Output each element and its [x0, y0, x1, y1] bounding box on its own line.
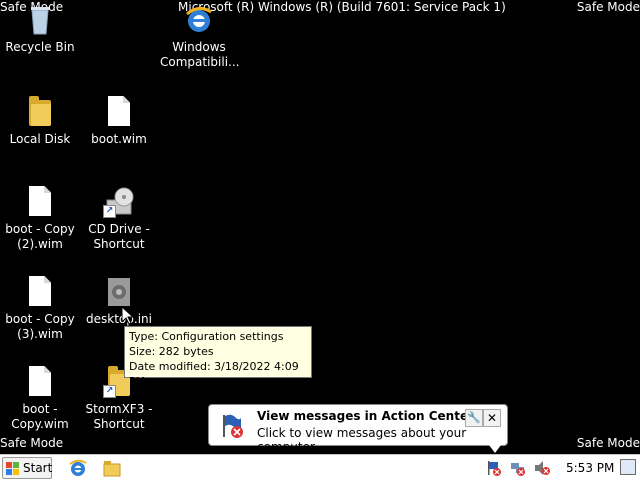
desktop-icon-label: CD Drive - Shortcut: [88, 222, 150, 251]
desktop-icon-boot-copy[interactable]: boot - Copy.wim: [1, 366, 79, 432]
settings-file-icon: [103, 276, 135, 308]
desktop-icon-label: boot - Copy (2).wim: [5, 222, 75, 251]
taskbar-clock[interactable]: 5:53 PM: [566, 461, 614, 475]
tooltip-type: Type: Configuration settings: [129, 330, 284, 343]
desktop-icon-recycle-bin[interactable]: Recycle Bin: [1, 4, 79, 55]
desktop-icon-label: Windows Compatibili...: [160, 40, 240, 69]
notification-text[interactable]: Click to view messages about your comput…: [257, 426, 507, 454]
file-icon: [103, 96, 135, 128]
balloon-tail: [489, 445, 501, 453]
wrench-icon[interactable]: 🔧: [465, 409, 483, 427]
desktop-icon-boot-copy-3[interactable]: boot - Copy (3).wim: [1, 276, 79, 342]
close-notification-button[interactable]: ✕: [483, 409, 501, 427]
action-center-flag-tray-icon[interactable]: [486, 460, 502, 476]
file-info-tooltip: Type: Configuration settings Size: 282 b…: [124, 326, 312, 388]
show-desktop-button[interactable]: [620, 459, 636, 475]
windows-explorer-taskbar-icon[interactable]: [102, 458, 122, 478]
recycle-bin-icon: [24, 4, 56, 36]
desktop-icon-label: Recycle Bin: [5, 40, 75, 54]
cd-drive-shortcut-icon: ↗: [103, 186, 135, 218]
notification-title: View messages in Action Center: [257, 409, 474, 423]
folder-icon: [24, 96, 56, 128]
internet-explorer-icon: [183, 4, 215, 36]
mouse-cursor-icon: [122, 307, 134, 325]
desktop-icon-label: boot - Copy (3).wim: [5, 312, 75, 341]
desktop-icon-cd-drive-shortcut[interactable]: ↗ CD Drive - Shortcut: [80, 186, 158, 252]
desktop-icon-label: boot - Copy.wim: [11, 402, 69, 431]
volume-muted-tray-icon[interactable]: [534, 460, 550, 476]
taskbar: Start 5:53 PM: [0, 454, 640, 480]
desktop-icon-boot-copy-2[interactable]: boot - Copy (2).wim: [1, 186, 79, 252]
start-button[interactable]: Start: [2, 457, 52, 479]
start-label: Start: [23, 461, 53, 475]
internet-explorer-taskbar-icon[interactable]: [68, 458, 88, 478]
desktop-icon-boot-wim[interactable]: boot.wim: [80, 96, 158, 147]
network-tray-icon[interactable]: [510, 460, 526, 476]
windows-logo-icon: [6, 462, 19, 475]
tooltip-size: Size: 282 bytes: [129, 345, 214, 358]
desktop-icon-desktop-ini[interactable]: desktop.ini: [80, 276, 158, 327]
desktop-icon-label: StormXF3 - Shortcut: [85, 402, 153, 431]
file-icon: [24, 276, 56, 308]
file-icon: [24, 186, 56, 218]
tooltip-date-modified: Date modified: 3/18/2022 4:09 PM: [129, 360, 299, 388]
desktop-icon-label: boot.wim: [91, 132, 147, 146]
safe-mode-label-bottom-right: Safe Mode: [576, 436, 640, 450]
file-icon: [24, 366, 56, 398]
desktop-icon-windows-compatibility[interactable]: Windows Compatibili...: [160, 4, 240, 70]
action-center-flag-icon: [223, 414, 243, 438]
desktop-icon-local-disk[interactable]: Local Disk: [1, 96, 79, 147]
action-center-notification[interactable]: View messages in Action Center Click to …: [208, 404, 508, 454]
safe-mode-label-top-right: Safe Mode: [576, 0, 640, 14]
desktop-icon-label: Local Disk: [9, 132, 71, 146]
desktop-icon-label: desktop.ini: [86, 312, 152, 326]
safe-mode-label-bottom-left: Safe Mode: [0, 436, 64, 450]
